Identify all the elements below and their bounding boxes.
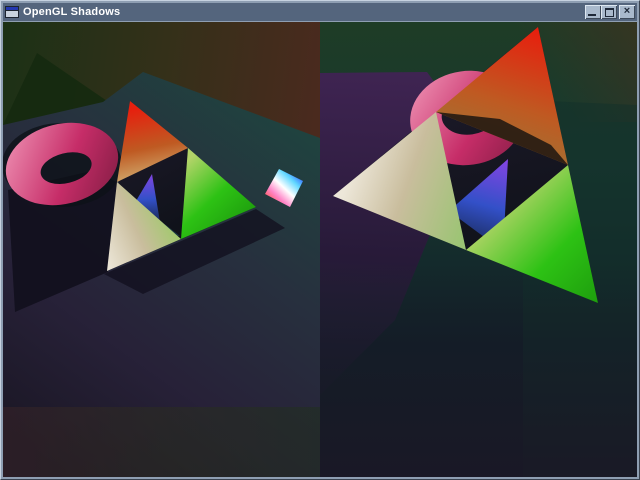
opengl-render-canvas: [3, 22, 637, 477]
maximize-button[interactable]: [601, 5, 617, 19]
window-icon[interactable]: [5, 6, 19, 18]
scene-svg: [3, 22, 637, 477]
window-icon-body: [6, 11, 18, 17]
close-icon: ×: [624, 5, 630, 17]
window-controls: ×: [585, 5, 635, 19]
left-floor-bottom-tint: [3, 407, 320, 477]
right-viewport: [320, 22, 637, 477]
minimize-button[interactable]: [585, 5, 601, 19]
window-title: OpenGL Shadows: [23, 3, 585, 21]
minimize-icon: [588, 14, 596, 16]
titlebar[interactable]: OpenGL Shadows ×: [3, 3, 637, 21]
close-button[interactable]: ×: [619, 5, 635, 19]
app-window: OpenGL Shadows ×: [0, 0, 640, 480]
left-viewport: [3, 22, 320, 477]
maximize-icon: [605, 8, 614, 17]
